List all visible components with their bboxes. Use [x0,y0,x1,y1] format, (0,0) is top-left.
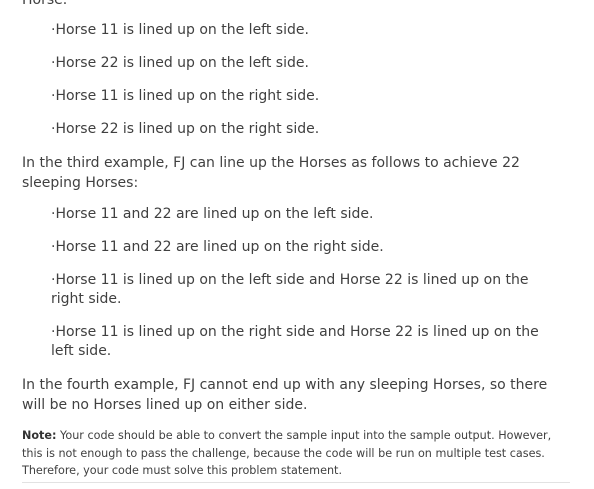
list-item: ·Horse 22 is lined up on the right side. [51,121,320,137]
divider [22,482,570,483]
cut-off-text: Horse. [22,0,68,8]
list-item: ·Horse 11 is lined up on the left side a… [51,272,529,307]
list-item: ·Horse 11 is lined up on the right side … [51,324,539,359]
list-item: ·Horse 11 and 22 are lined up on the rig… [51,239,384,255]
note-box: Note: Your code should be able to conver… [22,427,570,480]
list-item: ·Horse 11 is lined up on the left side. [51,22,309,38]
third-example-paragraph: In the third example, FJ can line up the… [22,155,520,191]
list-item: ·Horse 22 is lined up on the left side. [51,55,309,71]
list-item: ·Horse 11 is lined up on the right side. [51,88,320,104]
fourth-example-paragraph: In the fourth example, FJ cannot end up … [22,377,548,413]
note-text: Your code should be able to convert the … [22,429,552,477]
list-item: ·Horse 11 and 22 are lined up on the lef… [51,206,374,222]
note-label: Note: [22,429,57,442]
